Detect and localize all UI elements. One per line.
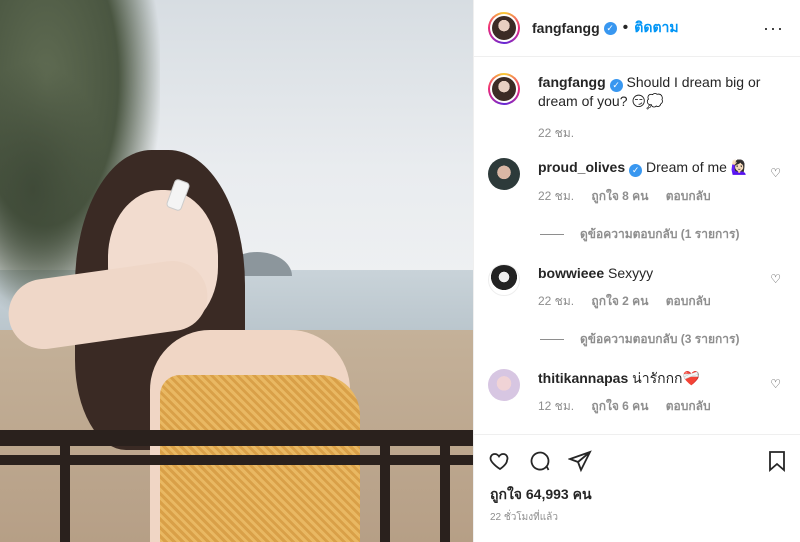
replies-line — [540, 234, 564, 235]
heart-icon[interactable]: ♡ — [770, 272, 781, 286]
bookmark-icon[interactable] — [765, 449, 789, 473]
photo-rail-post — [440, 430, 450, 542]
more-icon[interactable]: ··· — [763, 18, 784, 39]
separator-dot: • — [622, 19, 629, 36]
comment-time[interactable]: 22 ชม. — [538, 294, 574, 308]
action-bar — [474, 434, 800, 478]
comment-likes[interactable]: ถูกใจ 2 คน — [591, 294, 648, 308]
heart-icon[interactable]: ♡ — [770, 377, 781, 391]
comment-username[interactable]: bowwieee — [538, 265, 604, 281]
header-username[interactable]: fangfangg — [532, 20, 600, 36]
comment-time[interactable]: 12 ชม. — [538, 399, 574, 413]
post-side-panel: fangfangg ✓ • ติดตาม ··· fangfangg ✓ Shou… — [473, 0, 800, 542]
comment-username[interactable]: proud_olives — [538, 159, 625, 175]
photo-railing — [0, 430, 473, 446]
post-photo[interactable] — [0, 0, 473, 542]
avatar[interactable] — [488, 264, 520, 296]
avatar[interactable] — [488, 369, 520, 401]
comment-time[interactable]: 22 ชม. — [538, 189, 574, 203]
photo-rail-post — [380, 430, 390, 542]
comments-list[interactable]: fangfangg ✓ Should I dream big or dream o… — [474, 57, 800, 434]
reply-button[interactable]: ตอบกลับ — [666, 399, 711, 413]
comment-text: Sexyyy — [608, 265, 654, 281]
comment-username[interactable]: thitikannapas — [538, 370, 628, 386]
caption: fangfangg ✓ Should I dream big or dream o… — [488, 73, 785, 142]
avatar[interactable] — [488, 73, 520, 105]
verified-icon: ✓ — [609, 79, 623, 92]
verified-icon: ✓ — [629, 164, 643, 177]
reply-button[interactable]: ตอบกลับ — [666, 294, 711, 308]
replies-line — [540, 339, 564, 340]
photo-railing-lower — [0, 455, 473, 465]
post-view: fangfangg ✓ • ติดตาม ··· fangfangg ✓ Shou… — [0, 0, 800, 542]
follow-button[interactable]: ติดตาม — [634, 17, 678, 39]
reply-button[interactable]: ตอบกลับ — [666, 189, 711, 203]
comment-text: น่ารักกก❤️‍🩹 — [632, 370, 700, 386]
avatar[interactable] — [488, 158, 520, 190]
view-replies-button[interactable]: ดูข้อความตอบกลับ (3 รายการ) — [540, 330, 785, 349]
caption-time[interactable]: 22 ชม. — [538, 126, 574, 140]
view-replies-label: ดูข้อความตอบกลับ (1 รายการ) — [580, 227, 740, 241]
comment-item: bowwieee Sexyyy 22 ชม. ถูกใจ 2 คน ตอบกลั… — [488, 264, 785, 310]
view-replies-button[interactable]: ดูข้อความตอบกลับ (1 รายการ) — [540, 225, 785, 244]
view-replies-label: ดูข้อความตอบกลับ (3 รายการ) — [580, 332, 740, 346]
share-icon[interactable] — [568, 449, 592, 473]
comment-likes[interactable]: ถูกใจ 6 คน — [591, 399, 648, 413]
comment-text: Dream of me 🙋🏻‍♀️ — [646, 159, 749, 175]
verified-icon: ✓ — [603, 21, 617, 35]
comment-likes[interactable]: ถูกใจ 8 คน — [591, 189, 648, 203]
post-header: fangfangg ✓ • ติดตาม ··· — [474, 0, 800, 57]
comment-item: thitikannapas น่ารักกก❤️‍🩹 12 ชม. ถูกใจ … — [488, 369, 785, 415]
caption-username[interactable]: fangfangg — [538, 74, 606, 90]
heart-icon[interactable]: ♡ — [770, 166, 781, 180]
post-timestamp[interactable]: 22 ชั่วโมงที่แล้ว — [490, 510, 558, 525]
comment-icon[interactable] — [528, 449, 552, 473]
photo-rail-post — [60, 430, 70, 542]
avatar[interactable] — [488, 12, 520, 44]
heart-icon[interactable] — [488, 449, 512, 473]
comment-item: proud_olives ✓ Dream of me 🙋🏻‍♀️ 22 ชม. ถ… — [488, 158, 785, 205]
likes-count[interactable]: ถูกใจ 64,993 คน — [490, 484, 592, 506]
